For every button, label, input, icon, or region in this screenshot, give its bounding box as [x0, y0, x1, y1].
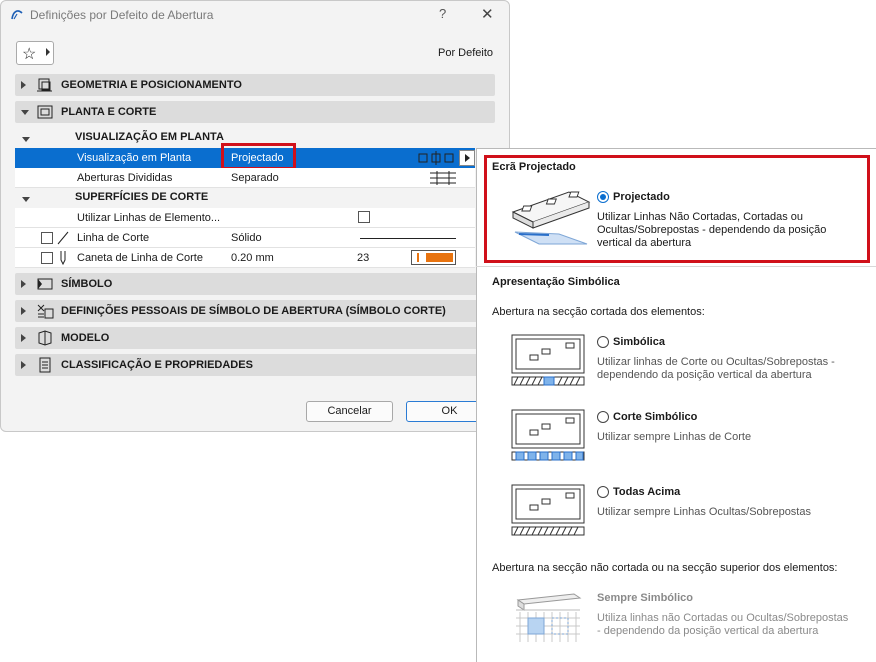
section-custom-symbol[interactable]: DEFINIÇÕES PESSOAIS DE SÍMBOLO DE ABERTU… [15, 300, 495, 322]
section-label: GEOMETRIA E POSICIONAMENTO [61, 79, 242, 91]
floor-plan-icon [37, 105, 53, 119]
symbolic-title: Apresentação Simbólica [492, 276, 620, 288]
favorites-button[interactable]: ☆ [16, 41, 54, 65]
plan-display-options-icon [418, 151, 454, 165]
cut-caption: Abertura na secção cortada dos elementos… [492, 306, 705, 318]
star-icon: ☆ [22, 46, 37, 63]
split-openings-icon [430, 171, 456, 185]
preset-name: Por Defeito [438, 47, 494, 59]
screen-title: Ecrã Projectado [492, 161, 576, 173]
expand-arrow-icon [21, 361, 26, 369]
always-symbolic-description: Utiliza linhas não Cortadas ou Ocultas/S… [597, 612, 849, 637]
custom-symbol-icon [37, 304, 54, 319]
cancel-button[interactable]: Cancelar [306, 401, 393, 422]
expand-arrow-icon [21, 307, 26, 315]
section-label: DEFINIÇÕES PESSOAIS DE SÍMBOLO DE ABERTU… [61, 305, 446, 317]
archicad-app-icon [11, 10, 23, 20]
cut-line-checkbox[interactable] [41, 232, 53, 244]
section-model[interactable]: MODELO [15, 327, 495, 349]
all-above-description: Utilizar sempre Linhas Ocultas/Sobrepost… [597, 506, 811, 518]
symbolic-radio[interactable] [597, 336, 609, 348]
row-name: Caneta de Linha de Corte [77, 252, 203, 264]
symbolic-cut-radio[interactable] [597, 411, 609, 423]
subsection-label: VISUALIZAÇÃO EM PLANTA [75, 131, 224, 143]
use-element-lines-checkbox[interactable] [358, 211, 370, 223]
expand-arrow-icon [21, 81, 26, 89]
row-cut-line[interactable]: Linha de Corte Sólido [15, 228, 475, 248]
row-value[interactable]: 0.20 mm [231, 252, 274, 264]
collapse-arrow-icon [22, 197, 30, 202]
symbol-icon [37, 278, 53, 290]
line-type-icon [57, 231, 69, 245]
row-use-element-lines[interactable]: Utilizar Linhas de Elemento... [15, 208, 475, 228]
section-geometry[interactable]: GEOMETRIA E POSICIONAMENTO [15, 74, 495, 96]
highlight-box [221, 143, 296, 170]
divider [476, 266, 876, 267]
row-name: Linha de Corte [77, 232, 150, 244]
cut-line-pen-checkbox[interactable] [41, 252, 53, 264]
projected-description: Utilizar Linhas Não Cortadas, Cortadas o… [597, 211, 827, 249]
subsection-label: SUPERFÍCIES DE CORTE [75, 191, 209, 203]
options-flyout-arrow[interactable] [459, 150, 475, 166]
all-above-preview-icon [511, 484, 585, 536]
classification-icon [39, 357, 51, 373]
symbolic-label[interactable]: Simbólica [613, 336, 665, 348]
projected-preview-icon [511, 191, 591, 245]
pen-color-mark [417, 253, 419, 262]
symbolic-preview-icon [511, 334, 585, 386]
close-button[interactable]: ✕ [481, 5, 494, 23]
all-above-label[interactable]: Todas Acima [613, 486, 680, 498]
projected-radio[interactable] [597, 191, 609, 203]
always-symbolic-preview-icon [516, 593, 582, 642]
model-icon [38, 330, 52, 346]
row-name: Visualização em Planta [77, 152, 192, 164]
symbolic-cut-label[interactable]: Corte Simbólico [613, 411, 697, 423]
section-label: SÍMBOLO [61, 278, 113, 290]
row-value[interactable]: Sólido [231, 232, 262, 244]
pen-color-fill [426, 253, 453, 262]
pen-number: 23 [357, 252, 370, 264]
pen-icon [60, 251, 66, 266]
chevron-right-icon [46, 48, 50, 56]
uncut-caption: Abertura na secção não cortada ou na sec… [492, 562, 838, 574]
symbolic-description: Utilizar linhas de Corte ou Ocultas/Sobr… [597, 356, 835, 381]
all-above-radio[interactable] [597, 486, 609, 498]
row-split-openings[interactable]: Aberturas Divididas Separado [15, 168, 475, 188]
geometry-icon [37, 78, 52, 92]
collapse-arrow-icon [21, 110, 29, 115]
section-label: MODELO [61, 332, 110, 344]
pen-color-swatch[interactable] [411, 250, 456, 265]
row-value[interactable]: Separado [231, 172, 279, 184]
row-name: Aberturas Divididas [77, 172, 173, 184]
collapse-arrow-icon [22, 137, 30, 142]
solid-line-preview [360, 238, 456, 239]
row-cut-line-pen[interactable]: Caneta de Linha de Corte 0.20 mm 23 [15, 248, 475, 268]
row-name: Utilizar Linhas de Elemento... [77, 212, 221, 224]
symbolic-cut-preview-icon [511, 409, 585, 461]
section-label: PLANTA E CORTE [61, 106, 157, 118]
symbolic-cut-description: Utilizar sempre Linhas de Corte [597, 431, 752, 443]
projected-label[interactable]: Projectado [613, 191, 670, 203]
section-plan-and-section[interactable]: PLANTA E CORTE [15, 101, 495, 123]
dialog-title: Definições por Defeito de Abertura [30, 8, 214, 22]
section-classification[interactable]: CLASSIFICAÇÃO E PROPRIEDADES [15, 354, 495, 376]
section-label: CLASSIFICAÇÃO E PROPRIEDADES [61, 359, 253, 371]
expand-arrow-icon [21, 334, 26, 342]
help-button[interactable]: ? [439, 6, 446, 21]
expand-arrow-icon [21, 280, 26, 288]
title-bar: Definições por Defeito de Abertura ? ✕ [1, 1, 509, 29]
section-symbol[interactable]: SÍMBOLO [15, 273, 495, 295]
always-symbolic-label: Sempre Simbólico [597, 592, 693, 604]
subsection-cut-surfaces[interactable]: SUPERFÍCIES DE CORTE [15, 188, 475, 207]
